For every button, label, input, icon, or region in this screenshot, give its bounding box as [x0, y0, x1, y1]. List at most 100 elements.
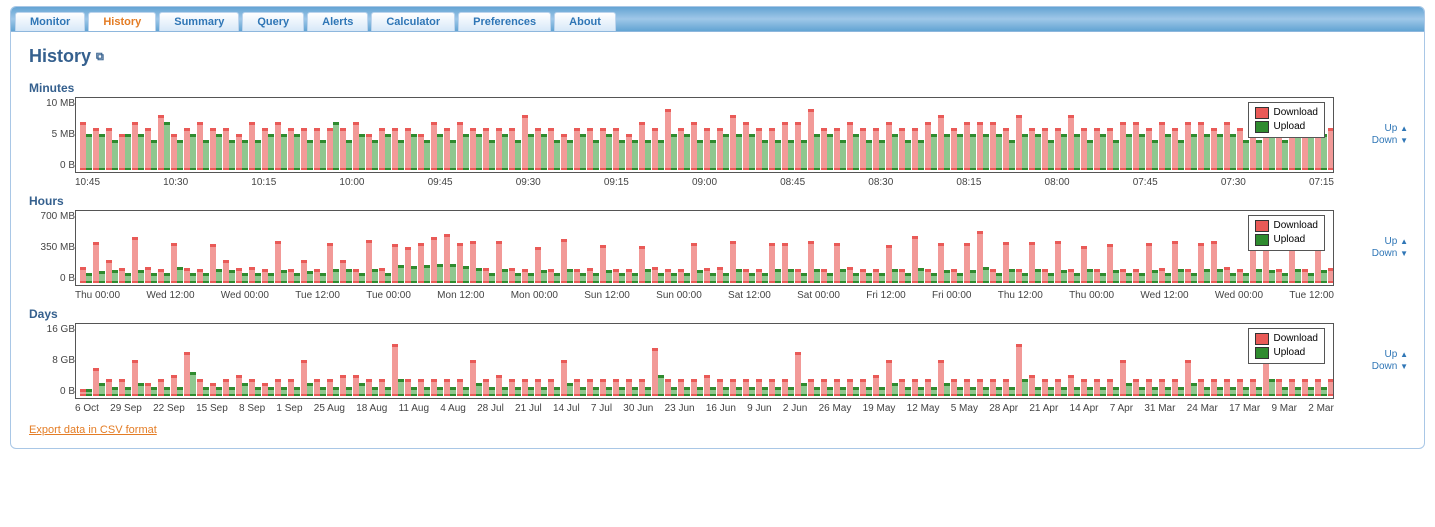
- bar-pair: [1133, 217, 1145, 283]
- bar-upload: [762, 140, 768, 170]
- legend-upload-label: Upload: [1274, 120, 1306, 134]
- bar-upload: [372, 140, 378, 170]
- bar-upload: [1022, 134, 1028, 170]
- bar-pair: [873, 330, 885, 396]
- bar-upload: [1230, 387, 1236, 396]
- tab-query[interactable]: Query: [242, 12, 304, 31]
- bar-upload: [1282, 140, 1288, 170]
- bar-upload: [814, 387, 820, 396]
- bar-pair: [626, 330, 638, 396]
- bar-pair: [1133, 104, 1145, 170]
- bar-pair: [717, 330, 729, 396]
- bar-upload: [151, 273, 157, 283]
- bar-upload: [892, 269, 898, 283]
- updown-days: Up ▲ Down ▼: [1342, 349, 1408, 373]
- bar-upload: [411, 134, 417, 170]
- bar-pair: [418, 330, 430, 396]
- bar-pair: [535, 330, 547, 396]
- bar-pair: [873, 104, 885, 170]
- bar-upload: [593, 273, 599, 283]
- tab-history[interactable]: History: [88, 12, 156, 31]
- bar-pair: [691, 330, 703, 396]
- bar-pair: [1159, 104, 1171, 170]
- bar-pair: [327, 217, 339, 283]
- bar-upload: [619, 273, 625, 283]
- bar-pair: [1042, 217, 1054, 283]
- tab-preferences[interactable]: Preferences: [458, 12, 551, 31]
- app-panel: MonitorHistorySummaryQueryAlertsCalculat…: [10, 6, 1425, 449]
- bar-upload: [502, 134, 508, 170]
- bar-pair: [821, 217, 833, 283]
- bar-upload: [99, 134, 105, 170]
- bar-upload: [1126, 134, 1132, 170]
- bar-upload: [138, 383, 144, 396]
- bar-upload: [1009, 140, 1015, 170]
- bar-upload: [905, 273, 911, 283]
- bar-pair: [1081, 217, 1093, 283]
- bar-upload: [645, 269, 651, 283]
- bar-upload: [1113, 140, 1119, 170]
- bar-pair: [574, 104, 586, 170]
- tab-monitor[interactable]: Monitor: [15, 12, 85, 31]
- x-tick: Sun 00:00: [656, 290, 702, 301]
- bar-pair: [1068, 104, 1080, 170]
- bar-pair: [860, 104, 872, 170]
- bar-pair: [340, 330, 352, 396]
- bar-upload: [1100, 134, 1106, 170]
- tab-summary[interactable]: Summary: [159, 12, 239, 31]
- bar-pair: [678, 104, 690, 170]
- tab-alerts[interactable]: Alerts: [307, 12, 368, 31]
- bar-pair: [1120, 217, 1132, 283]
- bar-upload: [827, 134, 833, 170]
- bar-pair: [327, 330, 339, 396]
- bar-upload: [879, 387, 885, 396]
- bar-pair: [522, 104, 534, 170]
- bar-pair: [665, 330, 677, 396]
- bar-upload: [866, 273, 872, 283]
- bar-upload: [411, 387, 417, 396]
- bar-upload: [645, 140, 651, 170]
- bar-upload: [1217, 269, 1223, 283]
- legend-swatch-upload-icon: [1255, 347, 1269, 359]
- down-link[interactable]: Down ▼: [1342, 361, 1408, 373]
- bar-upload: [814, 269, 820, 283]
- down-link[interactable]: Down ▼: [1342, 248, 1408, 260]
- bar-upload: [775, 269, 781, 283]
- bar-pair: [795, 104, 807, 170]
- x-tick: Wed 12:00: [1140, 290, 1188, 301]
- bar-pair: [704, 217, 716, 283]
- bar-pair: [171, 217, 183, 283]
- bar-upload: [671, 273, 677, 283]
- triangle-down-icon: ▼: [1400, 249, 1408, 258]
- bar-upload: [1308, 387, 1314, 396]
- legend-download-label: Download: [1274, 332, 1318, 346]
- bar-pair: [769, 217, 781, 283]
- bar-upload: [801, 273, 807, 283]
- export-csv-link[interactable]: Export data in CSV format: [29, 424, 157, 436]
- bar-pair: [1055, 104, 1067, 170]
- bar-upload: [606, 270, 612, 283]
- tab-about[interactable]: About: [554, 12, 616, 31]
- bar-upload: [1243, 387, 1249, 396]
- up-link[interactable]: Up ▲: [1342, 349, 1408, 361]
- bar-pair: [574, 330, 586, 396]
- popout-icon[interactable]: ⧉: [96, 51, 104, 63]
- up-link[interactable]: Up ▲: [1342, 123, 1408, 135]
- bar-upload: [632, 140, 638, 170]
- x-tick: 11 Aug: [399, 403, 429, 414]
- bar-upload: [1269, 134, 1275, 170]
- bar-pair: [249, 330, 261, 396]
- x-tick: 31 Mar: [1144, 403, 1175, 414]
- down-link[interactable]: Down ▼: [1342, 135, 1408, 147]
- bar-pair: [730, 104, 742, 170]
- legend-swatch-upload-icon: [1255, 121, 1269, 133]
- bar-upload: [1048, 387, 1054, 396]
- bar-upload: [476, 134, 482, 170]
- bar-pair: [1224, 330, 1236, 396]
- x-tick: Mon 00:00: [511, 290, 558, 301]
- tab-calculator[interactable]: Calculator: [371, 12, 455, 31]
- triangle-up-icon: ▲: [1400, 350, 1408, 359]
- bar-pair: [314, 330, 326, 396]
- x-axis-hours: Thu 00:00Wed 12:00Wed 00:00Tue 12:00Tue …: [75, 290, 1334, 301]
- up-link[interactable]: Up ▲: [1342, 236, 1408, 248]
